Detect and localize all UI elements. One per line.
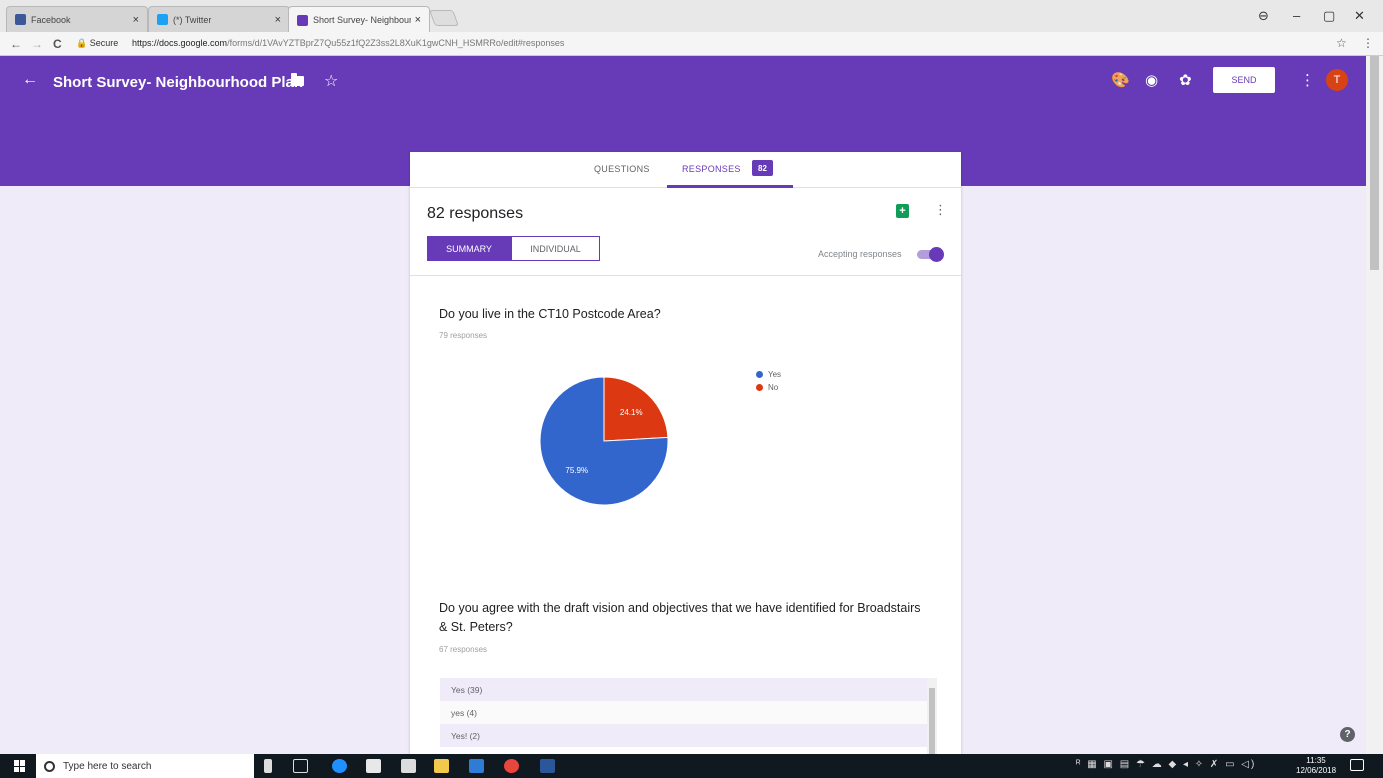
reload-icon[interactable]: C xyxy=(53,37,62,51)
browser-menu-icon[interactable]: ⋮ xyxy=(1362,36,1374,50)
pie-chart: 24.1% 75.9% xyxy=(539,376,669,506)
url-host: https://docs.google.com xyxy=(132,38,228,48)
twitter-icon xyxy=(157,14,168,25)
mail-icon[interactable] xyxy=(401,759,416,773)
address-bar: ← → C 🔒 Secure https://docs.google.com/f… xyxy=(0,32,1383,56)
task-view-icon[interactable] xyxy=(293,759,308,773)
responses-header: 82 responses + ⋮ SUMMARY INDIVIDUAL Acce… xyxy=(410,188,961,276)
legend-item-yes: Yes xyxy=(756,370,781,379)
back-arrow-icon[interactable]: ← xyxy=(22,71,38,89)
store-icon[interactable] xyxy=(366,759,381,773)
responses-count-badge: 82 xyxy=(752,160,773,176)
scrollbar-thumb[interactable] xyxy=(1370,56,1379,270)
clock-time: 11:35 xyxy=(1306,756,1326,765)
pie-label-yes: 75.9% xyxy=(565,466,588,475)
list-item: Yes! (2) xyxy=(440,724,927,747)
responses-count: 82 responses xyxy=(427,205,524,222)
accepting-responses-label: Accepting responses xyxy=(818,249,902,259)
maximize-button[interactable]: ▢ xyxy=(1323,8,1335,24)
close-icon[interactable]: × xyxy=(133,14,139,26)
tab-title: (*) Twitter xyxy=(173,14,212,25)
taskbar-search-input[interactable]: Type here to search xyxy=(36,754,254,778)
windows-start-icon[interactable] xyxy=(14,760,26,772)
cortana-icon xyxy=(44,760,55,772)
list-scrollbar[interactable] xyxy=(927,678,937,754)
star-icon[interactable]: ☆ xyxy=(324,71,338,91)
more-vert-icon[interactable]: ⋮ xyxy=(934,202,947,218)
close-icon[interactable]: × xyxy=(415,14,421,26)
pie-label-no: 24.1% xyxy=(620,408,643,417)
legend-item-no: No xyxy=(756,383,778,392)
browser-tab-strip: Facebook × (*) Twitter × Short Survey- N… xyxy=(0,0,1383,33)
url-field[interactable]: https://docs.google.com/forms/d/1VAvYZTB… xyxy=(132,38,564,48)
tab-responses[interactable]: RESPONSES xyxy=(682,164,741,174)
gear-icon[interactable]: ✿ xyxy=(1179,71,1192,89)
individual-toggle[interactable]: INDIVIDUAL xyxy=(511,236,600,261)
palette-icon[interactable]: 🎨 xyxy=(1111,71,1130,89)
tab-title: Short Survey- Neighbour xyxy=(313,15,411,25)
list-item: yes (4) xyxy=(440,701,927,724)
responses-card: QUESTIONS RESPONSES 82 82 responses + ⋮ … xyxy=(410,152,961,754)
question-response-count: 79 responses xyxy=(439,331,488,340)
word-icon[interactable] xyxy=(540,759,555,773)
bookmark-star-icon[interactable]: ☆ xyxy=(1336,36,1347,50)
browser-tab-forms[interactable]: Short Survey- Neighbour × xyxy=(288,6,430,33)
close-window-button[interactable]: ✕ xyxy=(1354,8,1365,24)
toggle-knob[interactable] xyxy=(929,247,944,262)
close-icon[interactable]: × xyxy=(275,14,281,26)
secure-label: 🔒 Secure xyxy=(76,38,119,48)
send-button[interactable]: SEND xyxy=(1213,67,1275,93)
outlook-icon[interactable] xyxy=(469,759,484,773)
chrome-icon[interactable] xyxy=(504,759,519,773)
sheets-icon[interactable]: + xyxy=(896,204,909,218)
notification-icon[interactable] xyxy=(1350,759,1364,771)
system-tray-icons[interactable]: ᴿ ▦ ▣ ▤ ☂ ☁ ◆ ◂ ✧ ✗ ▭ ◁) xyxy=(1076,759,1256,770)
preview-eye-icon[interactable]: ◉ xyxy=(1145,71,1158,89)
edge-browser-icon[interactable] xyxy=(332,759,347,773)
back-arrow-icon[interactable]: ← xyxy=(10,37,22,51)
clock-date: 12/06/2018 xyxy=(1296,766,1337,775)
browser-tab-facebook[interactable]: Facebook × xyxy=(6,6,148,32)
form-tabs: QUESTIONS RESPONSES 82 xyxy=(410,152,961,188)
forward-arrow-icon[interactable]: → xyxy=(31,37,43,51)
browser-tab-twitter[interactable]: (*) Twitter × xyxy=(148,6,290,32)
google-forms-icon xyxy=(297,14,308,26)
legend-label: No xyxy=(768,383,779,392)
facebook-icon xyxy=(15,14,26,25)
help-icon[interactable]: ? xyxy=(1340,727,1355,742)
minimize-button[interactable]: – xyxy=(1293,8,1300,23)
page-scrollbar[interactable] xyxy=(1366,56,1383,754)
form-title[interactable]: Short Survey- Neighbourhood Plan xyxy=(53,74,303,91)
list-item: Yes (39) xyxy=(440,678,927,701)
question-response-count: 67 responses xyxy=(439,645,488,654)
file-explorer-icon[interactable] xyxy=(434,759,449,773)
microphone-icon[interactable] xyxy=(264,759,272,773)
new-tab-button[interactable] xyxy=(429,10,459,26)
tab-title: Facebook xyxy=(31,14,71,25)
legend-dot xyxy=(756,371,763,378)
legend-label: Yes xyxy=(768,370,782,379)
legend-dot xyxy=(756,384,763,391)
question-title: Do you live in the CT10 Postcode Area? xyxy=(439,307,661,321)
profile-icon[interactable]: ⊖ xyxy=(1258,8,1269,24)
taskbar-clock[interactable]: 11:35 12/06/2018 xyxy=(1296,756,1336,776)
answer-list: Yes (39) yes (4) Yes! (2) xyxy=(440,678,937,754)
tab-questions[interactable]: QUESTIONS xyxy=(594,164,650,174)
windows-taskbar: Type here to search ᴿ ▦ ▣ ▤ ☂ ☁ ◆ ◂ ✧ ✗ … xyxy=(0,754,1383,778)
more-vert-icon[interactable]: ⋮ xyxy=(1300,71,1315,89)
folder-icon[interactable] xyxy=(291,73,304,86)
url-path: /forms/d/1VAvYZTBprZ7Qu55z1fQ2Z3ss2L8XuK… xyxy=(227,38,565,48)
summary-toggle[interactable]: SUMMARY xyxy=(427,236,511,261)
question-title: Do you agree with the draft vision and o… xyxy=(439,601,921,634)
avatar[interactable]: T xyxy=(1326,69,1348,91)
search-placeholder: Type here to search xyxy=(63,760,152,772)
scrollbar-thumb[interactable] xyxy=(929,688,935,754)
